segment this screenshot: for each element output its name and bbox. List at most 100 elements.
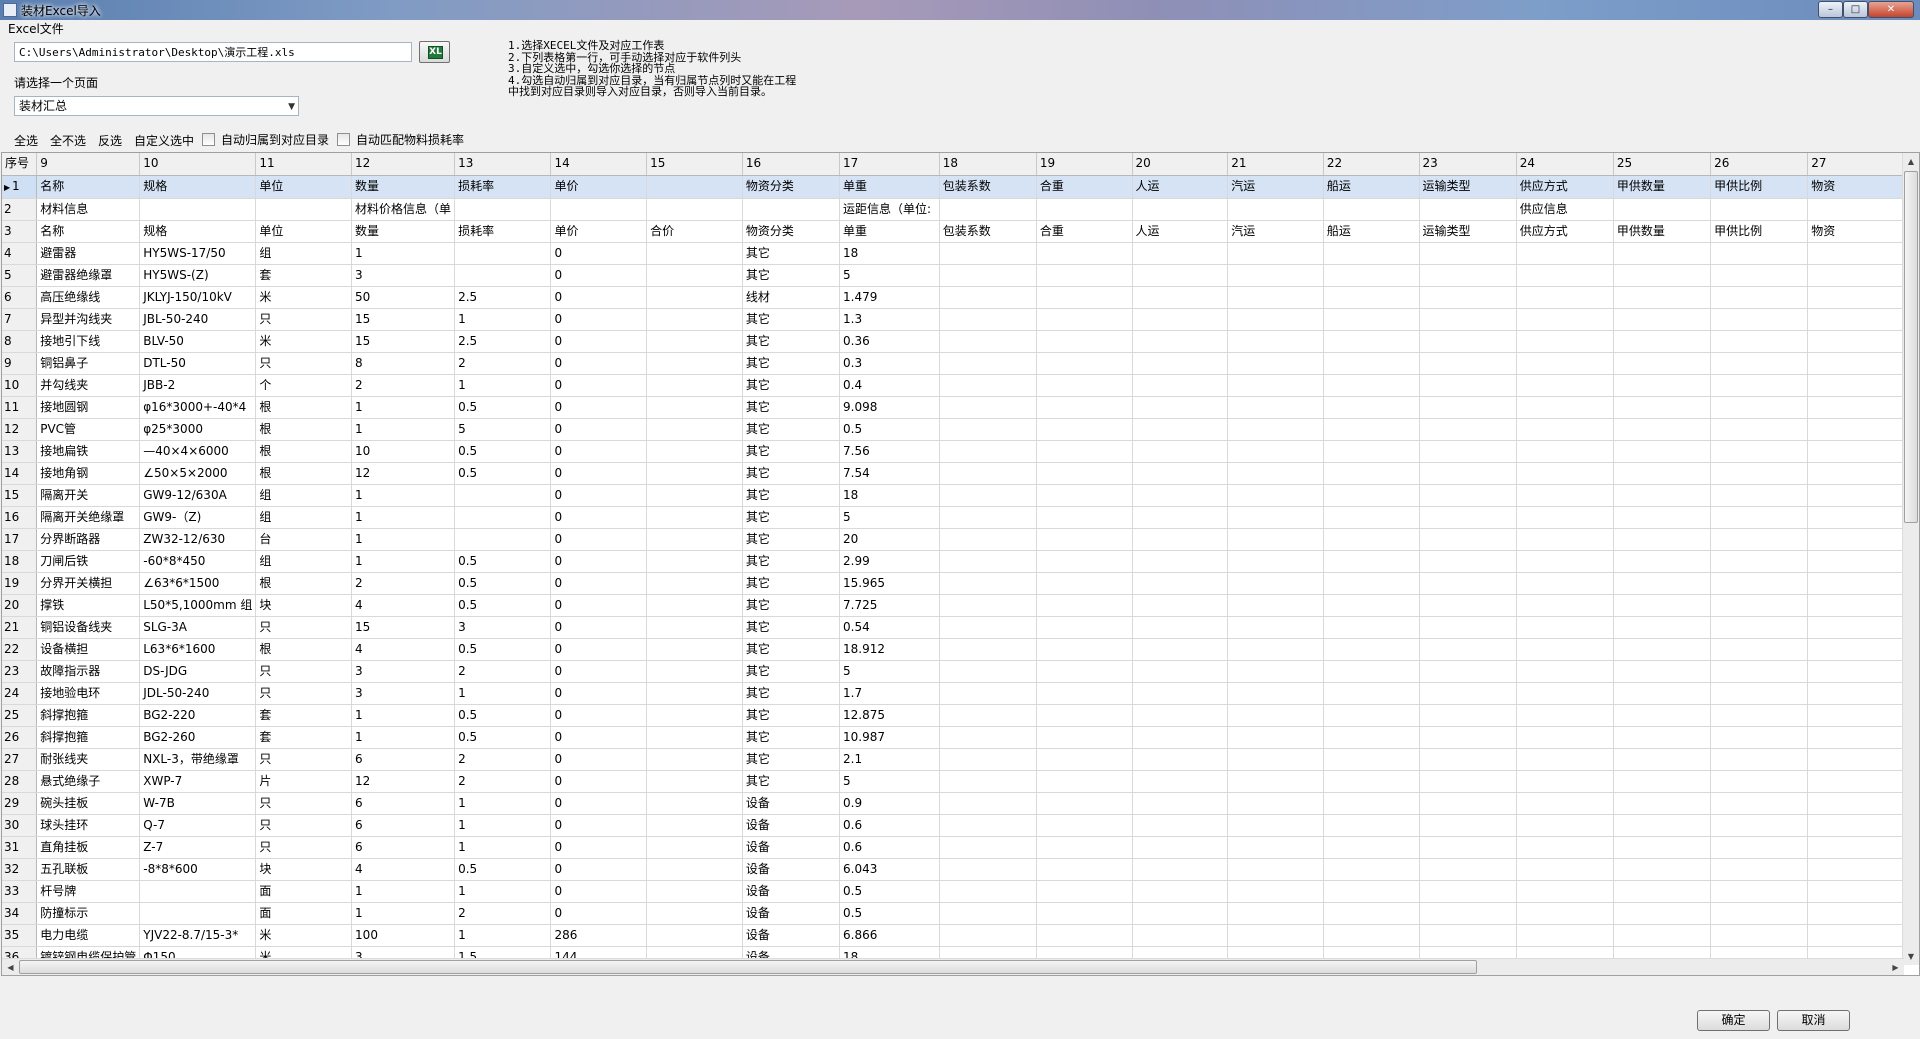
row-header[interactable]: 5 [2,264,38,287]
table-cell[interactable] [1710,792,1809,815]
table-cell[interactable]: 只 [255,352,353,375]
table-cell[interactable]: 其它 [742,550,841,573]
table-cell[interactable]: 0 [550,836,648,859]
browse-excel-button[interactable]: XL [419,41,450,63]
table-cell[interactable] [1710,924,1809,947]
horizontal-scrollbar[interactable]: ◀ ▶ [2,958,1904,975]
table-cell[interactable] [1132,726,1229,749]
table-cell[interactable]: 运距信息（单位: [839,198,940,221]
table-cell[interactable] [1323,308,1420,331]
table-cell[interactable]: 运输类型 [1419,220,1517,243]
table-cell[interactable] [1807,638,1904,661]
table-cell[interactable]: 1.7 [839,682,940,705]
table-row[interactable]: 26 斜撑抱箍 BG2-260 套 1 0.5 0 其它 10.987 [2,726,1904,749]
select-all-button[interactable]: 全选 [14,132,38,149]
table-cell[interactable] [939,352,1037,375]
table-cell[interactable]: 供应信息 [1516,198,1614,221]
table-cell[interactable] [1710,308,1809,331]
table-cell[interactable]: 设备 [742,880,841,903]
table-cell[interactable] [1807,198,1904,221]
table-cell[interactable] [646,638,743,661]
table-cell[interactable] [646,726,743,749]
table-cell[interactable]: 1 [351,484,456,507]
table-cell[interactable]: 其它 [742,374,841,397]
table-cell[interactable] [1227,462,1324,485]
table-row[interactable]: 9 铜铝鼻子 DTL-50 只 8 2 0 其它 0.3 [2,352,1904,375]
table-cell[interactable]: 只 [255,660,353,683]
table-row[interactable]: 11 接地圆钢 φ16*3000+-40*4 根 1 0.5 0 其它 9.098 [2,396,1904,419]
table-cell[interactable] [1132,484,1229,507]
table-cell[interactable] [1710,704,1809,727]
table-cell[interactable] [1227,902,1324,925]
row-header[interactable]: 7 [2,308,38,331]
table-cell[interactable] [1036,770,1133,793]
table-cell[interactable]: 供应方式 [1516,175,1614,199]
table-cell[interactable]: 1 [351,726,456,749]
table-cell[interactable]: 1 [351,528,456,551]
table-cell[interactable]: 5 [839,506,940,529]
table-cell[interactable] [454,484,552,507]
table-cell[interactable] [646,770,743,793]
table-cell[interactable] [1036,924,1133,947]
table-cell[interactable] [1323,638,1420,661]
table-cell[interactable] [1710,286,1809,309]
table-cell[interactable] [1807,748,1904,771]
table-cell[interactable]: 只 [255,616,353,639]
table-cell[interactable] [1710,330,1809,353]
table-cell[interactable] [1613,264,1712,287]
table-cell[interactable]: 8 [351,352,456,375]
table-cell[interactable]: 2 [351,374,456,397]
column-header-16[interactable]: 16 [742,153,841,176]
table-cell[interactable] [1227,836,1324,859]
table-cell[interactable]: L50*5,1000mm 组 [139,594,257,617]
table-cell[interactable] [646,660,743,683]
table-cell[interactable] [1227,286,1324,309]
table-cell[interactable]: 0 [550,242,648,265]
table-cell[interactable]: 碗头挂板 [36,792,141,815]
table-cell[interactable] [1323,704,1420,727]
table-cell[interactable] [1227,660,1324,683]
table-cell[interactable] [1419,308,1517,331]
table-cell[interactable] [646,352,743,375]
table-cell[interactable]: 0.5 [454,462,552,485]
table-cell[interactable]: 0 [550,682,648,705]
row-header[interactable]: 15 [2,484,38,507]
table-cell[interactable] [1807,616,1904,639]
table-cell[interactable]: 其它 [742,638,841,661]
table-cell[interactable] [939,572,1037,595]
table-cell[interactable] [1710,418,1809,441]
table-cell[interactable] [1323,264,1420,287]
table-cell[interactable]: 0 [550,814,648,837]
table-cell[interactable]: 6 [351,792,456,815]
table-cell[interactable] [1132,330,1229,353]
row-header[interactable]: 32 [2,858,38,881]
vertical-scrollbar[interactable]: ▲ ▼ [1902,153,1919,965]
table-cell[interactable] [1036,902,1133,925]
table-cell[interactable]: 286 [550,924,648,947]
table-cell[interactable]: 块 [255,594,353,617]
table-cell[interactable] [1516,440,1614,463]
table-cell[interactable] [1419,330,1517,353]
table-cell[interactable] [1807,792,1904,815]
table-cell[interactable] [1036,572,1133,595]
table-cell[interactable]: 分界断路器 [36,528,141,551]
table-cell[interactable]: YJV22-8.7/15-3* [139,924,257,947]
table-cell[interactable] [1613,814,1712,837]
column-header-12[interactable]: 12 [351,153,456,176]
table-cell[interactable]: 隔离开关 [36,484,141,507]
table-cell[interactable] [1132,660,1229,683]
table-cell[interactable] [939,462,1037,485]
table-cell[interactable] [1323,792,1420,815]
table-cell[interactable] [1227,264,1324,287]
table-cell[interactable]: 0.36 [839,330,940,353]
table-cell[interactable] [1323,814,1420,837]
table-cell[interactable]: φ16*3000+-40*4 [139,396,257,419]
table-cell[interactable]: 18 [839,484,940,507]
table-cell[interactable]: 0.6 [839,814,940,837]
table-row[interactable]: 32 五孔联板 -8*8*600 块 4 0.5 0 设备 6.043 [2,858,1904,881]
column-header-15[interactable]: 15 [646,153,743,176]
table-cell[interactable]: 0 [550,462,648,485]
table-cell[interactable]: 设备 [742,792,841,815]
table-cell[interactable] [646,330,743,353]
table-cell[interactable]: 7.54 [839,462,940,485]
